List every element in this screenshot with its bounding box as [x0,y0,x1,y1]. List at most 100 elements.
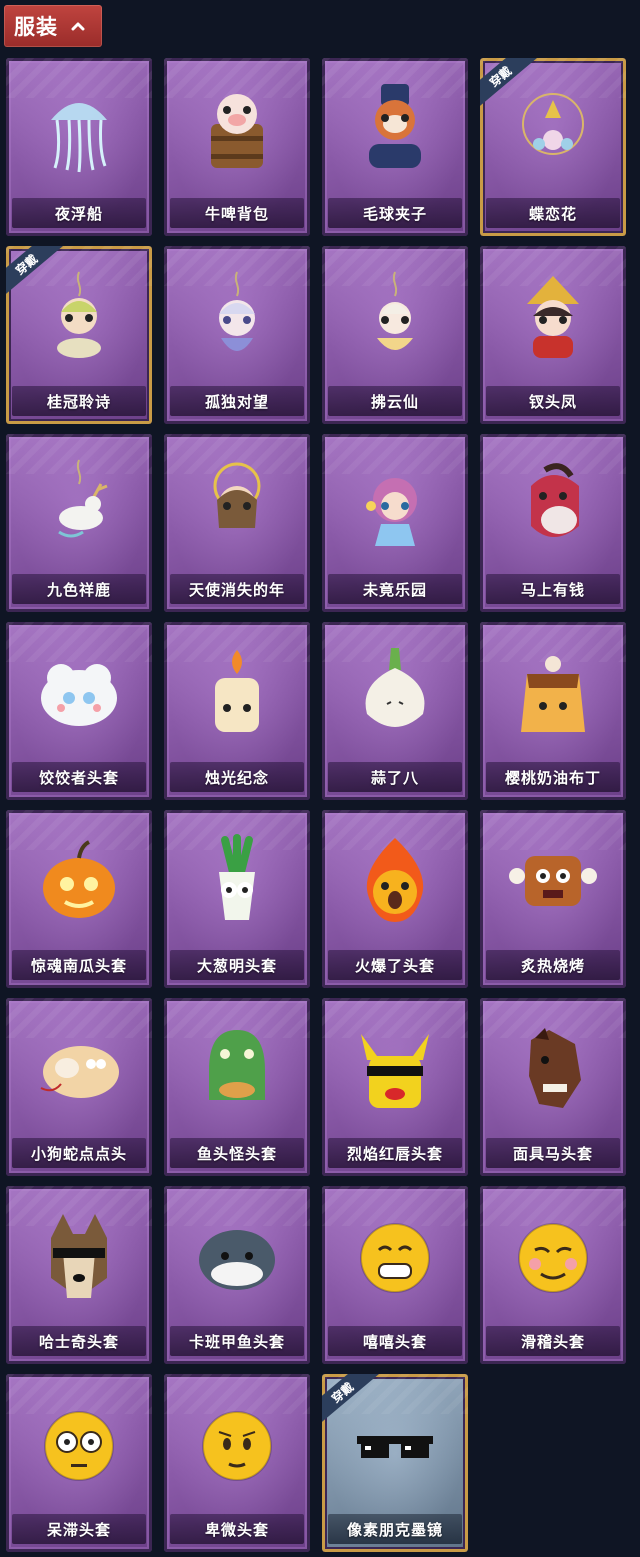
item-name-bar: 呆滞头套 [12,1514,146,1544]
item-name: 烈焰红唇头套 [346,1144,443,1163]
item-name-bar: 桂冠聆诗 [12,386,146,416]
butterfly-flower-pendant-icon [505,80,601,176]
costume-item-card[interactable]: 未竟乐园 [322,434,468,612]
item-name-bar: 饺饺者头套 [12,762,146,792]
turtle-mask-icon [189,1208,285,1304]
horse-mask-icon [505,1020,601,1116]
scallion-mask-icon [189,832,285,928]
husky-mask-icon [31,1208,127,1304]
costume-item-card[interactable]: 小狗蛇点点头 [6,998,152,1176]
item-name: 卑微头套 [204,1520,269,1539]
costume-item-card[interactable]: 樱桃奶油布丁 [480,622,626,800]
meat-bone-mask-icon [505,832,601,928]
lonely-doll-pendant-icon [189,268,285,364]
costume-item-card[interactable]: 孤独对望 [164,246,310,424]
item-name-bar: 惊魂南瓜头套 [12,950,146,980]
item-name: 天使消失的年 [188,580,285,599]
jellyfish-pendant-icon [31,80,127,176]
costume-item-card[interactable]: 烛光纪念 [164,622,310,800]
costume-item-card[interactable]: 面具马头套 [480,998,626,1176]
paradise-girl-doll-icon [347,456,443,552]
candle-mask-icon [189,644,285,740]
item-name-bar: 像素朋克墨镜 [328,1514,462,1544]
costume-item-card[interactable]: 穿戴 像素朋克墨镜 [322,1374,468,1552]
item-name-bar: 毛球夹子 [328,198,462,228]
item-name: 滑稽头套 [520,1332,585,1351]
yellow-sunglasses-mask-icon [347,1020,443,1116]
item-name-bar: 夜浮船 [12,198,146,228]
item-name: 未竟乐园 [362,580,427,599]
item-name: 桂冠聆诗 [46,392,111,411]
item-name-bar: 孤独对望 [170,386,304,416]
dazed-emoji-mask-icon [31,1396,127,1492]
cloud-fairy-pendant-icon [347,268,443,364]
item-name: 小狗蛇点点头 [30,1144,127,1163]
item-name: 蝶恋花 [528,204,577,223]
costume-item-card[interactable]: 鱼头怪头套 [164,998,310,1176]
deer-pendant-icon [31,456,127,552]
item-name: 惊魂南瓜头套 [30,956,127,975]
garlic-mask-icon [347,644,443,740]
item-name-bar: 马上有钱 [486,574,620,604]
costume-item-card[interactable]: 夜浮船 [6,58,152,236]
costume-item-card[interactable]: 饺饺者头套 [6,622,152,800]
item-name: 拂云仙 [370,392,419,411]
item-name-bar: 卡班甲鱼头套 [170,1326,304,1356]
item-name-bar: 卑微头套 [170,1514,304,1544]
fire-mask-icon [347,832,443,928]
item-name-bar: 蝶恋花 [486,198,620,228]
item-name-bar: 拂云仙 [328,386,462,416]
costume-item-card[interactable]: 炙热烧烤 [480,810,626,988]
item-name: 面具马头套 [512,1144,593,1163]
raccoon-drummer-icon [347,80,443,176]
costume-item-card[interactable]: 马上有钱 [480,434,626,612]
item-name: 炙热烧烤 [520,956,585,975]
item-name-bar: 火爆了头套 [328,950,462,980]
item-name: 马上有钱 [520,580,585,599]
grin-emoji-mask-icon [347,1208,443,1304]
costume-item-card[interactable]: 卡班甲鱼头套 [164,1186,310,1364]
item-name: 火爆了头套 [354,956,435,975]
costume-item-card[interactable]: 呆滞头套 [6,1374,152,1552]
costume-item-card[interactable]: 九色祥鹿 [6,434,152,612]
item-name-bar: 哈士奇头套 [12,1326,146,1356]
item-name: 大葱明头套 [196,956,277,975]
item-name-bar: 鱼头怪头套 [170,1138,304,1168]
item-name-bar: 钗头凤 [486,386,620,416]
costume-item-card[interactable]: 嘻嘻头套 [322,1186,468,1364]
costume-item-card[interactable]: 穿戴 桂冠聆诗 [6,246,152,424]
costume-item-card[interactable]: 毛球夹子 [322,58,468,236]
cow-beer-barrel-icon [189,80,285,176]
item-name-bar: 烈焰红唇头套 [328,1138,462,1168]
item-name: 夜浮船 [54,204,103,223]
pixel-sunglasses-icon [347,1396,443,1492]
costume-item-card[interactable]: 拂云仙 [322,246,468,424]
costume-item-card[interactable]: 哈士奇头套 [6,1186,152,1364]
item-name: 烛光纪念 [204,768,269,787]
costume-item-card[interactable]: 烈焰红唇头套 [322,998,468,1176]
costume-category-toggle[interactable]: 服装 [4,5,102,47]
costume-item-card[interactable]: 滑稽头套 [480,1186,626,1364]
costume-item-card[interactable]: 惊魂南瓜头套 [6,810,152,988]
item-name: 牛啤背包 [204,204,269,223]
costume-item-card[interactable]: 天使消失的年 [164,434,310,612]
costume-item-card[interactable]: 钗头凤 [480,246,626,424]
chevron-up-icon [70,20,86,32]
item-name-bar: 牛啤背包 [170,198,304,228]
item-name-bar: 炙热烧烤 [486,950,620,980]
costume-item-card[interactable]: 蒜了八 [322,622,468,800]
item-name-bar: 小狗蛇点点头 [12,1138,146,1168]
item-name: 鱼头怪头套 [196,1144,277,1163]
costume-item-card[interactable]: 牛啤背包 [164,58,310,236]
item-name-bar: 九色祥鹿 [12,574,146,604]
laurel-doll-pendant-icon [31,268,127,364]
item-name: 饺饺者头套 [38,768,119,787]
costume-item-card[interactable]: 穿戴 蝶恋花 [480,58,626,236]
item-name: 樱桃奶油布丁 [504,768,601,787]
costume-item-card[interactable]: 火爆了头套 [322,810,468,988]
item-name: 卡班甲鱼头套 [188,1332,285,1351]
costume-item-card[interactable]: 大葱明头套 [164,810,310,988]
costume-item-card[interactable]: 卑微头套 [164,1374,310,1552]
fish-head-mask-icon [189,1020,285,1116]
dumpling-mask-icon [31,644,127,740]
